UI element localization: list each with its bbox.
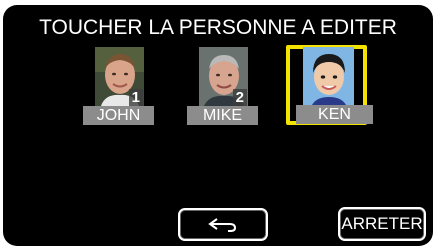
person-name-label: KEN: [296, 105, 373, 124]
person-card-mike[interactable]: 2 MIKE: [187, 47, 258, 127]
face-photo: [303, 47, 354, 107]
person-number-badge: 1: [128, 89, 143, 106]
person-number-badge: 2: [232, 89, 247, 106]
page-title: TOUCHER LA PERSONNE A EDITER: [39, 16, 397, 39]
stop-button[interactable]: ARRETER: [338, 207, 426, 241]
camera-screen: TOUCHER LA PERSONNE A EDITER 1 JOHN 2 MI…: [3, 5, 433, 246]
back-button[interactable]: [178, 208, 268, 241]
return-arrow-icon: [208, 217, 238, 238]
person-name-label: JOHN: [83, 106, 154, 125]
person-name-label: MIKE: [187, 106, 258, 125]
person-card-john[interactable]: 1 JOHN: [83, 47, 154, 127]
person-card-ken[interactable]: KEN: [292, 47, 373, 127]
